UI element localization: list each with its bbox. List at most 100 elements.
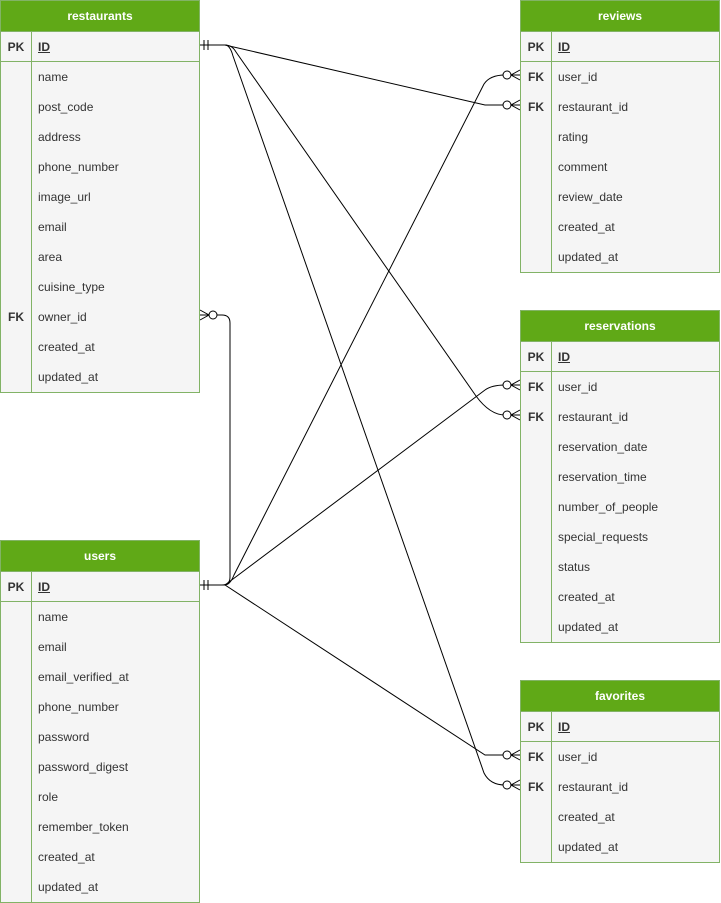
field-name: phone_number	[38, 160, 119, 174]
key-label	[1, 842, 31, 872]
field-name: user_id	[558, 750, 598, 764]
field-name: created_at	[558, 810, 615, 824]
key-label: FK	[8, 310, 24, 324]
field-name: user_id	[558, 380, 598, 394]
entity-title: favorites	[521, 681, 719, 712]
key-label	[1, 362, 31, 392]
key-column-divider	[31, 31, 32, 392]
key-column-divider	[551, 31, 552, 272]
key-label	[521, 432, 551, 462]
key-label: FK	[528, 780, 544, 794]
field-name: name	[38, 70, 69, 84]
key-label	[1, 872, 31, 902]
key-label	[1, 122, 31, 152]
key-label	[521, 152, 551, 182]
field-name: created_at	[558, 590, 615, 604]
link-users-favorites	[200, 584, 520, 756]
key-label	[1, 62, 31, 92]
key-label	[1, 752, 31, 782]
field-name: cuisine_type	[38, 280, 105, 294]
key-label	[1, 782, 31, 812]
key-label	[521, 832, 551, 862]
pk-label: PK	[527, 40, 545, 54]
field-name: created_at	[38, 850, 95, 864]
key-label	[1, 632, 31, 662]
field-name: review_date	[558, 190, 623, 204]
pk-label: PK	[7, 40, 25, 54]
field-name: comment	[558, 160, 608, 174]
field-name: special_requests	[558, 530, 649, 544]
link-restaurants-reservations	[200, 44, 520, 416]
link-users-restaurants-owner	[200, 314, 231, 586]
field-name: email	[38, 220, 67, 234]
field-name: updated_at	[38, 370, 99, 384]
field-name: updated_at	[558, 250, 619, 264]
entity-title: users	[1, 541, 199, 572]
entity-title: restaurants	[1, 1, 199, 32]
entity-users[interactable]: users PK ID name email email_verified_at ph…	[0, 540, 200, 903]
field-name: created_at	[558, 220, 615, 234]
key-label	[521, 522, 551, 552]
field-name: restaurant_id	[558, 410, 629, 424]
key-label	[521, 122, 551, 152]
key-column-divider	[31, 571, 32, 902]
field-name: status	[558, 560, 591, 574]
field-name: role	[38, 790, 59, 804]
key-label	[1, 272, 31, 302]
entity-favorites[interactable]: favorites PK ID FK user_id FK restaurant_id…	[520, 680, 720, 863]
key-label: FK	[528, 100, 544, 114]
field-name: created_at	[38, 340, 95, 354]
key-label	[1, 152, 31, 182]
field-name: email	[38, 640, 67, 654]
field-name: address	[38, 130, 81, 144]
pk-field: ID	[558, 40, 570, 54]
key-label: FK	[528, 410, 544, 424]
field-name: updated_at	[558, 620, 619, 634]
field-name: password_digest	[38, 760, 129, 774]
field-name: name	[38, 610, 69, 624]
key-label	[521, 582, 551, 612]
key-label	[521, 492, 551, 522]
entity-reviews[interactable]: reviews PK ID FK user_id FK restaurant_id ra…	[520, 0, 720, 273]
field-name: updated_at	[38, 880, 99, 894]
field-name: owner_id	[38, 310, 87, 324]
key-label	[521, 212, 551, 242]
key-label	[1, 812, 31, 842]
entity-title: reservations	[521, 311, 719, 342]
pk-field: ID	[558, 720, 570, 734]
field-name: updated_at	[558, 840, 619, 854]
entity-restaurants[interactable]: restaurants PK ID name post_code address ph…	[0, 0, 200, 393]
key-label	[521, 182, 551, 212]
field-name: restaurant_id	[558, 780, 629, 794]
key-label	[1, 692, 31, 722]
key-label	[521, 612, 551, 642]
key-label	[1, 332, 31, 362]
field-name: number_of_people	[558, 500, 659, 514]
field-name: restaurant_id	[558, 100, 629, 114]
key-column-divider	[551, 341, 552, 642]
key-label	[1, 92, 31, 122]
pk-field: ID	[38, 40, 50, 54]
key-label: FK	[528, 380, 544, 394]
field-name: reservation_date	[558, 440, 648, 454]
key-label: FK	[528, 750, 544, 764]
key-label	[1, 182, 31, 212]
key-label	[521, 802, 551, 832]
key-label	[1, 212, 31, 242]
key-label	[1, 242, 31, 272]
key-label: FK	[528, 70, 544, 84]
field-name: remember_token	[38, 820, 129, 834]
entity-title: reviews	[521, 1, 719, 32]
field-name: rating	[558, 130, 589, 144]
link-restaurants-favorites	[200, 44, 520, 786]
pk-label: PK	[7, 580, 25, 594]
field-name: image_url	[38, 190, 91, 204]
field-name: reservation_time	[558, 470, 647, 484]
link-users-reservations	[200, 384, 520, 586]
key-label	[1, 662, 31, 692]
field-name: email_verified_at	[38, 670, 129, 684]
key-label	[1, 602, 31, 632]
key-label	[521, 242, 551, 272]
entity-reservations[interactable]: reservations PK ID FK user_id FK restaurant…	[520, 310, 720, 643]
key-label	[1, 722, 31, 752]
